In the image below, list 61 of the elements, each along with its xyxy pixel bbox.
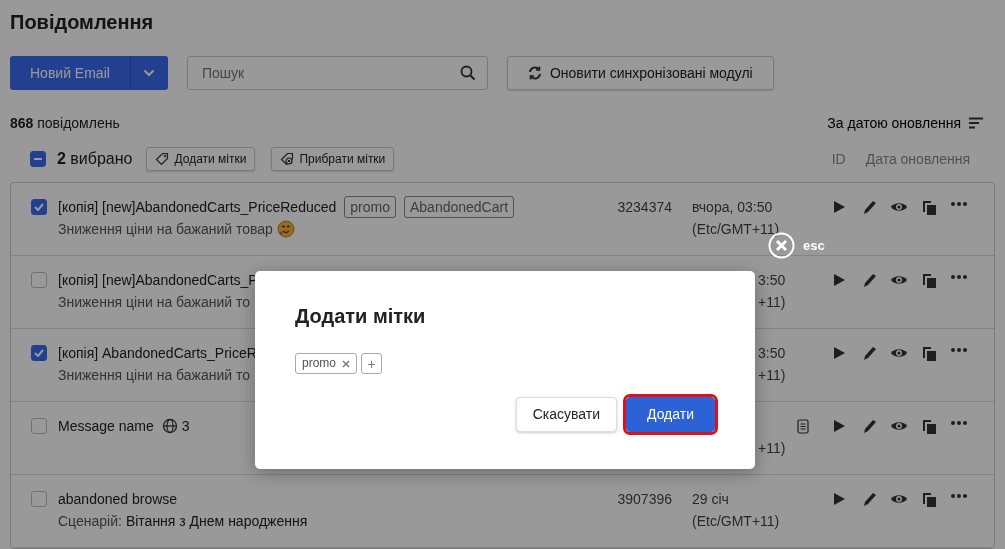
check-icon [34, 349, 44, 357]
globe-icon [161, 418, 178, 434]
copy-icon[interactable] [920, 417, 938, 435]
message-count: 868 повідомлень [10, 113, 120, 133]
checkbox[interactable] [31, 491, 47, 507]
tag: promo [344, 196, 396, 218]
new-email-button[interactable]: Новий Email [10, 56, 130, 90]
remove-tags-button[interactable]: Прибрати мітки [271, 147, 395, 171]
tag-icon [155, 152, 170, 166]
scenario-label: Сценарій: [58, 512, 122, 531]
updated-date: (Etc/GMT+11) [692, 221, 780, 237]
search-icon [459, 65, 476, 81]
updated-date: 3:50 [758, 345, 786, 361]
updated-date: 3:50 [758, 272, 786, 288]
sort-icon [969, 117, 983, 129]
add-tag-button[interactable]: + [361, 353, 382, 374]
cancel-button[interactable]: Скасувати [515, 397, 617, 432]
column-header: Дата оновлення [865, 150, 970, 169]
checkbox[interactable] [31, 418, 47, 434]
message-subject: Зниження ціни на бажаний то [58, 366, 250, 385]
sync-icon [527, 66, 542, 80]
tag-remove-icon [280, 152, 295, 166]
sync-button[interactable]: Оновити синхронізовані модулі [506, 56, 774, 90]
tag-chip[interactable]: promo [295, 353, 357, 374]
sort-button[interactable]: За датою оновлення [827, 112, 983, 134]
add-tags-button[interactable]: Додати мітки [146, 147, 256, 171]
search-field[interactable]: Пошук [186, 56, 488, 90]
page-title: Повідомлення [10, 10, 155, 34]
dialog-title: Додати мітки [295, 304, 427, 329]
updated-date: +11) [758, 367, 786, 383]
message-name[interactable]: Message name [58, 415, 154, 437]
copy-icon[interactable] [920, 344, 938, 362]
checkbox[interactable] [30, 151, 46, 167]
copy-icon[interactable] [920, 490, 938, 508]
checkbox[interactable] [31, 345, 47, 361]
message-name[interactable]: [копія] AbandonedCarts_PriceR [58, 342, 257, 364]
new-email-split-button[interactable]: Новий Email [10, 56, 168, 90]
message-id: 3907396 [617, 491, 672, 507]
message-subject: Зниження ціни на бажаний товар [58, 220, 273, 239]
copy-icon[interactable] [920, 198, 938, 216]
updated-date: 29 січ [692, 491, 729, 507]
locale-count: 3 [181, 417, 190, 436]
checkbox[interactable] [31, 199, 47, 215]
message-id: 3234374 [617, 199, 672, 215]
message-subject: Зниження ціни на бажаний то [58, 293, 250, 312]
selection-count: 2 вибрано [57, 149, 133, 169]
add-button[interactable]: Додати [626, 397, 715, 432]
copy-icon[interactable] [920, 271, 938, 289]
close-icon[interactable] [342, 359, 350, 368]
tag: AbandonedCart [403, 196, 515, 218]
column-header: ID [830, 149, 846, 169]
scenario-name: Вітання з Днем народження [125, 512, 308, 531]
chevron-down-icon [143, 69, 156, 77]
message-name[interactable]: abandoned browse [58, 488, 178, 510]
updated-date: +11) [758, 294, 786, 310]
message-name[interactable]: [копія] [new]AbandonedCarts_PriceReduced [58, 196, 337, 218]
checkbox[interactable] [31, 272, 47, 288]
updated-date: (Etc/GMT+11) [692, 513, 780, 529]
updated-date: вчора, 03:50 [692, 199, 773, 215]
updated-date: +11) [758, 440, 786, 456]
check-icon [34, 203, 44, 211]
